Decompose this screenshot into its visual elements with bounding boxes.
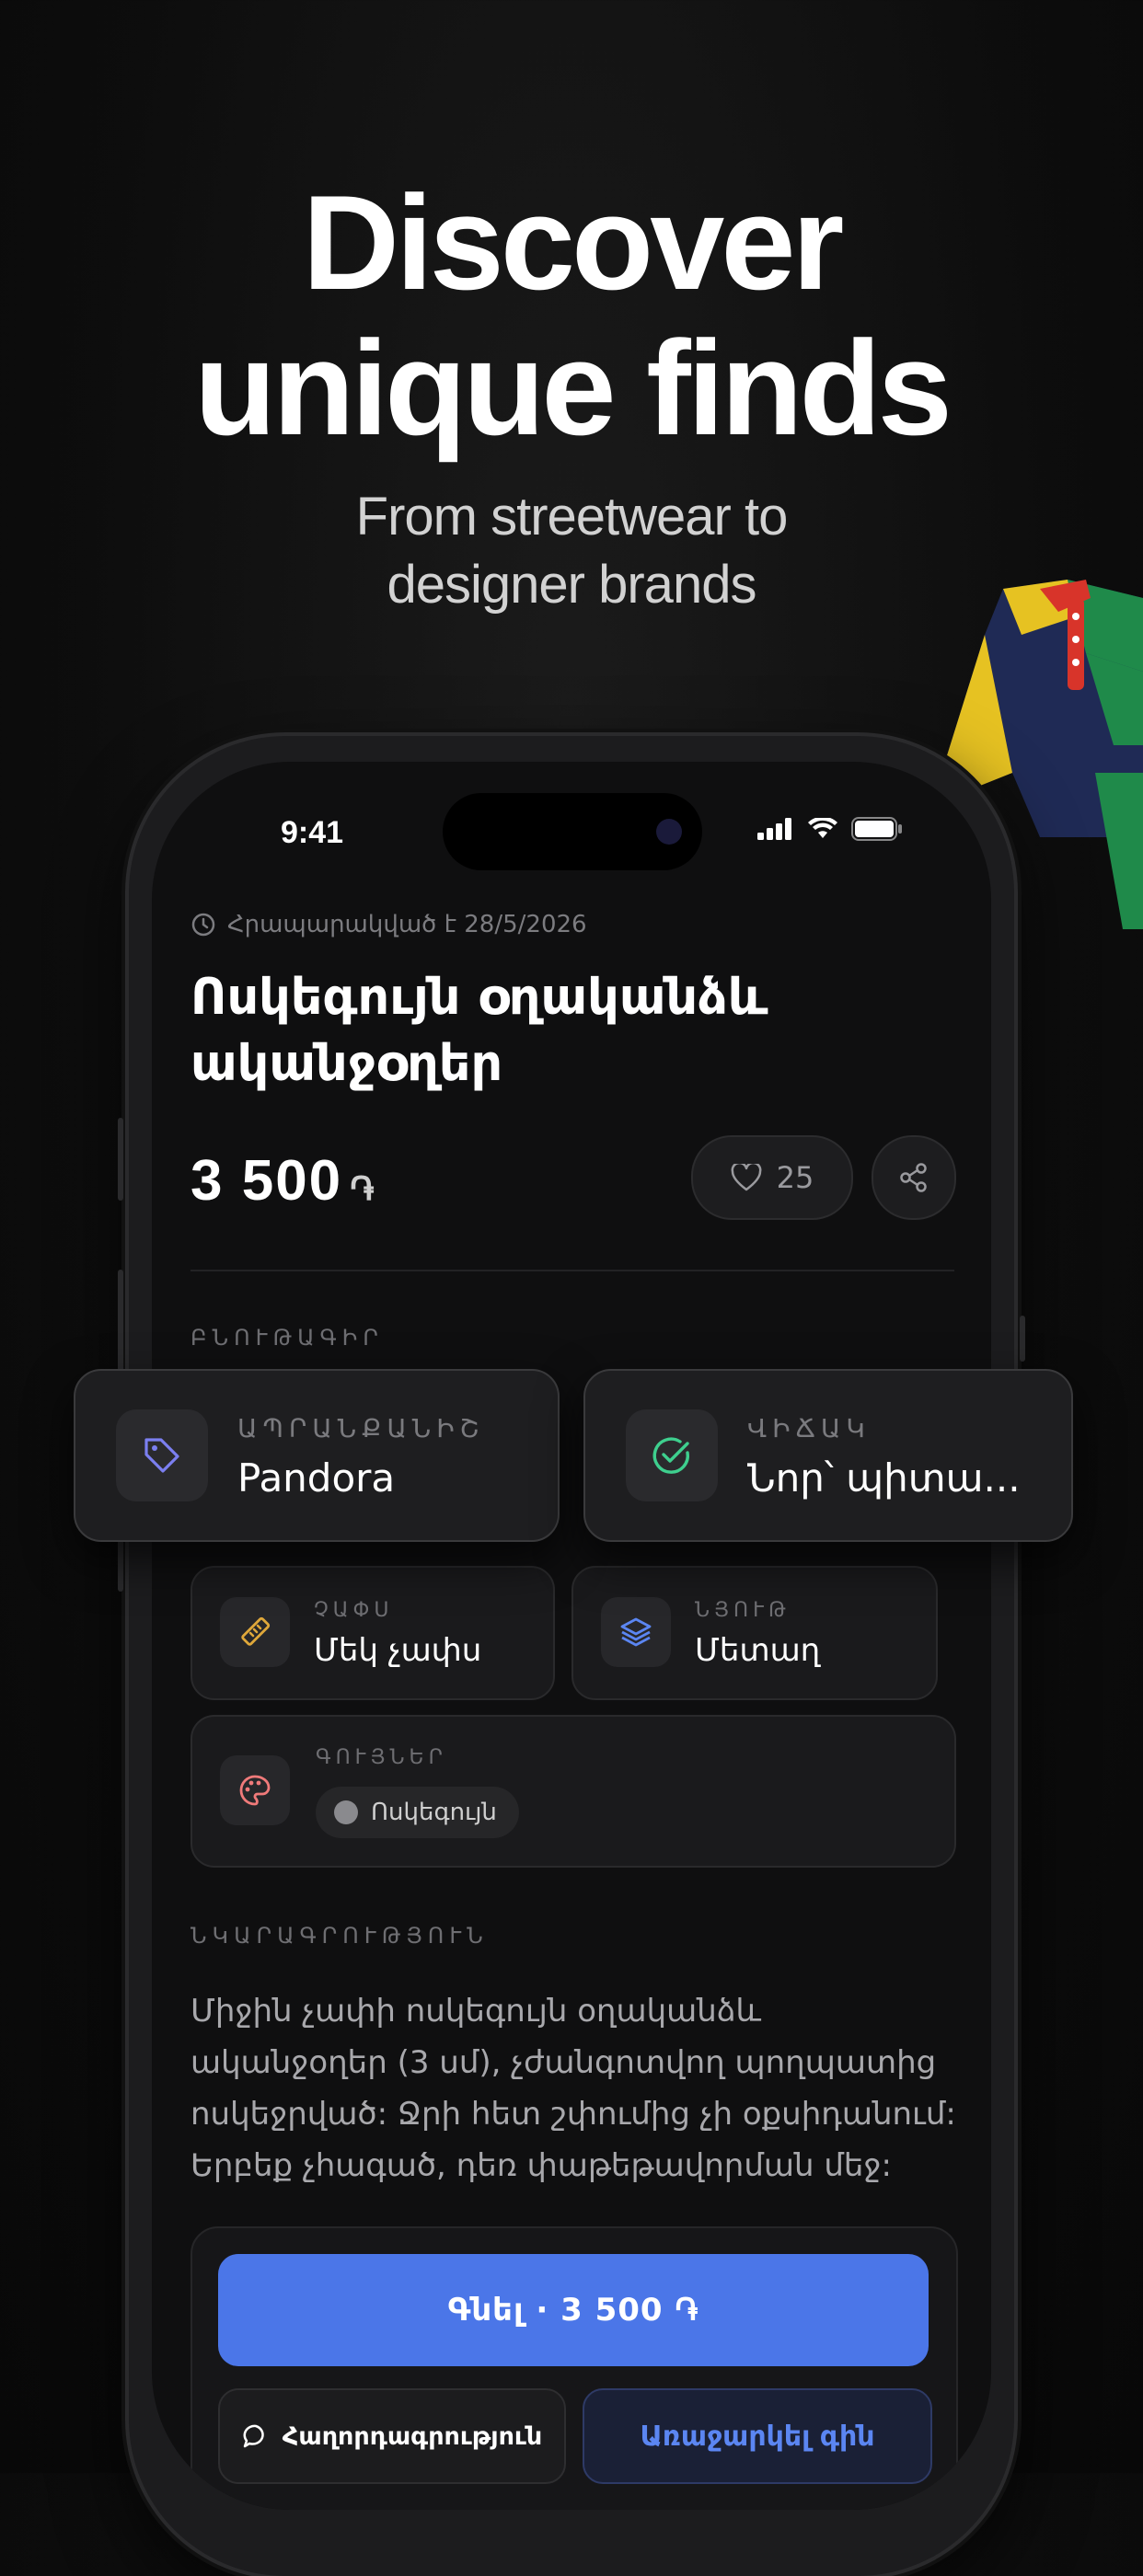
cellular-signal-icon (757, 818, 791, 840)
colors-card: ԳՈՒՅՆԵՐ Ոսկեգույն (190, 1715, 956, 1868)
chat-bubble-icon (243, 2424, 264, 2448)
ruler-icon (241, 1616, 271, 1646)
listing-price: 3 500 ֏ (190, 1148, 376, 1213)
material-card: ՆՅՈՒԹ Մետաղ (572, 1566, 938, 1700)
color-chip: Ոսկեգույն (316, 1787, 519, 1838)
check-circle-icon (652, 1437, 689, 1474)
layers-icon (620, 1617, 652, 1647)
status-icons (757, 817, 903, 841)
share-button[interactable] (872, 1135, 956, 1220)
like-button[interactable]: 25 (691, 1135, 853, 1220)
brand-label: ԱՊՐԱՆՔԱՆԻՇ (237, 1413, 485, 1443)
condition-card: ՎԻՃԱԿ Նոր՝ պիտա... (583, 1369, 1073, 1542)
size-label: ՉԱՓՍ (314, 1599, 394, 1622)
battery-icon (851, 817, 902, 841)
palette-icon (239, 1775, 271, 1806)
posted-date-text: Հրապարակված է 28/5/2026 (227, 911, 587, 938)
action-panel: Գնել · 3 500 ֏ Հաղորդագրություն Առաջարկե… (190, 2226, 958, 2510)
listing-description: Միջին չափի ոսկեգույն օղականձև ականջօղեր … (190, 1993, 956, 2184)
clock-icon (191, 913, 215, 937)
condition-value: Նոր՝ պիտա... (747, 1455, 1021, 1501)
hero-headline-line2: unique finds (194, 313, 952, 463)
make-offer-button[interactable]: Առաջարկել գին (583, 2388, 932, 2484)
phone-screen: 9:41 Հրապարակված է 28/5/2026 Ոսկեգույն օ… (152, 762, 991, 2510)
posted-date: Հրապարակված է 28/5/2026 (190, 911, 587, 938)
dynamic-island (443, 793, 702, 870)
status-time: 9:41 (281, 815, 344, 850)
ruler-icon-box (220, 1597, 290, 1667)
material-value: Մետաղ (695, 1632, 821, 1669)
price-currency: ֏ (350, 1169, 376, 1207)
hero-subheadline-line1: From streetwear to (355, 487, 789, 546)
camera-lens (656, 819, 682, 845)
wifi-icon (808, 818, 837, 838)
colors-label: ԳՈՒՅՆԵՐ (316, 1746, 447, 1769)
share-icon (900, 1163, 927, 1192)
brand-card: ԱՊՐԱՆՔԱՆԻՇ Pandora (74, 1369, 560, 1542)
message-button-label: Հաղորդագրություն (282, 2421, 543, 2451)
condition-label: ՎԻՃԱԿ (747, 1413, 871, 1443)
tag-icon-box (116, 1409, 208, 1501)
tag-icon (144, 1438, 179, 1473)
divider (190, 1270, 954, 1271)
palette-icon-box (220, 1755, 290, 1825)
brand-value: Pandora (237, 1455, 396, 1501)
listing-title: Ոսկեգույն օղականձև ականջօղեր (190, 968, 768, 1092)
material-label: ՆՅՈՒԹ (695, 1599, 791, 1622)
like-count: 25 (776, 1160, 814, 1195)
characteristics-section-label: ԲՆՈՒԹԱԳԻՐ (190, 1325, 384, 1351)
price-amount: 3 500 (190, 1149, 343, 1213)
size-value: Մեկ չափս (314, 1632, 482, 1669)
hero-headline-line1: Discover (302, 167, 845, 317)
status-bar: 9:41 (152, 762, 991, 870)
buy-button[interactable]: Գնել · 3 500 ֏ (218, 2254, 929, 2366)
color-chip-label: Ոսկեգույն (371, 1799, 497, 1826)
layers-icon-box (601, 1597, 671, 1667)
hero-headline: Discover unique finds (0, 170, 1143, 461)
color-swatch (334, 1800, 358, 1824)
description-section-label: ՆԿԱՐԱԳՐՈՒԹՅՈՒՆ (190, 1923, 489, 1949)
size-card: ՉԱՓՍ Մեկ չափս (190, 1566, 555, 1700)
phone-power-button (1020, 1316, 1025, 1362)
phone-action-button (118, 1118, 123, 1201)
check-icon-box (626, 1409, 718, 1501)
message-button[interactable]: Հաղորդագրություն (218, 2388, 566, 2484)
heart-icon (731, 1164, 762, 1191)
